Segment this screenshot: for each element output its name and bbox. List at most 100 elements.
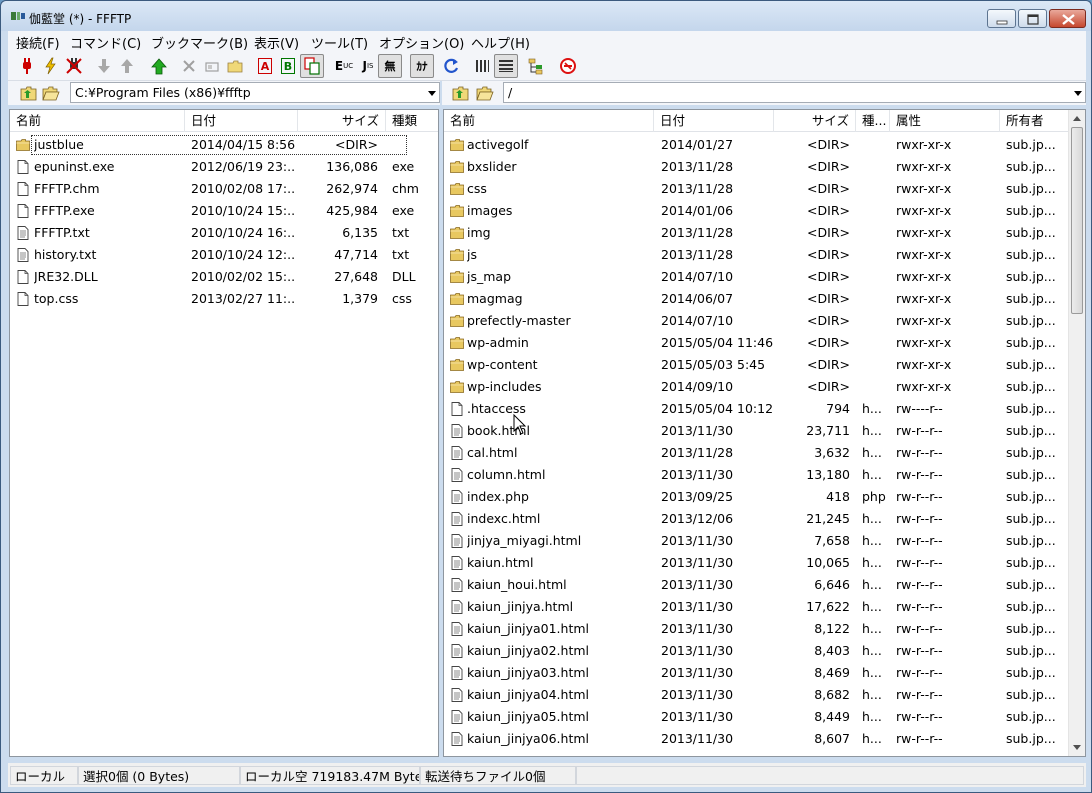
remote-file-row[interactable]: css 2013/11/28 <DIR> rwxr-xr-x sub.jp... (444, 178, 1068, 200)
menu-options[interactable]: オプション(O) (379, 33, 464, 52)
title-bar[interactable]: 伽藍堂 (*) - FFFTP (1, 1, 1091, 31)
new-folder-button[interactable] (223, 54, 247, 78)
no-convert-button[interactable]: 無 (378, 54, 402, 78)
remote-file-row[interactable]: jinjya_miyagi.html 2013/11/30 7,658 h... rw-… (444, 530, 1068, 552)
remote-file-row[interactable]: wp-admin 2015/05/04 11:46 <DIR> rwxr-xr-x su… (444, 332, 1068, 354)
local-open-folder-icon[interactable] (42, 84, 60, 102)
status-bar: ローカル 選択0個 (0 Bytes) ローカル空 719183.47M Byt… (8, 763, 1086, 787)
remote-path-input[interactable]: / (503, 82, 1086, 103)
connect-button[interactable] (15, 54, 39, 78)
text-file-icon (451, 534, 463, 548)
remote-file-row[interactable]: bxslider 2013/11/28 <DIR> rwxr-xr-x sub.jp..… (444, 156, 1068, 178)
remote-file-row[interactable]: js 2013/11/28 <DIR> rwxr-xr-x sub.jp... (444, 244, 1068, 266)
remote-file-row[interactable]: .htaccess 2015/05/04 10:12 794 h... rw----r-… (444, 398, 1068, 420)
local-file-row[interactable]: justblue 2014/04/15 8:56 <DIR> (10, 134, 438, 156)
menu-tools[interactable]: ツール(T) (311, 33, 368, 52)
local-col-type[interactable]: 種類 (386, 110, 438, 132)
file-name: wp-admin (467, 335, 529, 350)
auto-mode-button[interactable] (300, 54, 324, 78)
remote-file-row[interactable]: kaiun_jinjya06.html 2013/11/30 8,607 h... rw… (444, 728, 1068, 750)
local-col-size[interactable]: サイズ (298, 110, 386, 132)
remote-file-row[interactable]: images 2014/01/06 <DIR> rwxr-xr-x sub.jp... (444, 200, 1068, 222)
remote-file-row[interactable]: prefectly-master 2014/07/10 <DIR> rwxr-xr-x… (444, 310, 1068, 332)
euc-convert-button[interactable]: E UC (332, 54, 356, 78)
jis-convert-button[interactable]: J IS (356, 54, 380, 78)
local-file-row[interactable]: FFFTP.txt 2010/10/24 16:... 6,135 txt (10, 222, 438, 244)
file-date: 2013/11/30 (661, 709, 734, 724)
remote-col-size[interactable]: サイズ (774, 110, 856, 132)
upload-button-disabled[interactable] (115, 54, 139, 78)
ascii-mode-button[interactable]: A (253, 54, 277, 78)
remote-file-row[interactable]: kaiun_jinjya02.html 2013/11/30 8,403 h... rw… (444, 640, 1068, 662)
remote-file-list[interactable]: 名前 日付 サイズ 種... 属性 所有者 activegolf 2014/01/… (443, 109, 1086, 757)
remote-file-row[interactable]: book.html 2013/11/30 23,711 h... rw-r--r-- su… (444, 420, 1068, 442)
remote-col-date[interactable]: 日付 (654, 110, 774, 132)
local-file-row[interactable]: FFFTP.chm 2010/02/08 17:... 262,974 chm (10, 178, 438, 200)
scroll-thumb[interactable] (1071, 127, 1083, 314)
folder-icon (450, 359, 464, 371)
scroll-up-icon[interactable] (1073, 116, 1081, 121)
delete-button[interactable] (177, 54, 201, 78)
remote-file-row[interactable]: img 2013/11/28 <DIR> rwxr-xr-x sub.jp... (444, 222, 1068, 244)
remote-file-row[interactable]: activegolf 2014/01/27 <DIR> rwxr-xr-x sub.jp… (444, 134, 1068, 156)
menu-command[interactable]: コマンド(C) (70, 33, 141, 52)
file-date: 2014/01/06 (661, 203, 734, 218)
folder-sync-button[interactable] (524, 54, 548, 78)
menu-view[interactable]: 表示(V) (254, 33, 299, 52)
remote-col-name[interactable]: 名前 (444, 110, 654, 132)
remote-file-row[interactable]: magmag 2014/06/07 <DIR> rwxr-xr-x sub.jp... (444, 288, 1068, 310)
local-file-row[interactable]: history.txt 2010/10/24 12:... 47,714 txt (10, 244, 438, 266)
kana-convert-button[interactable]: ｶﾅ (410, 54, 434, 78)
quick-connect-button[interactable] (38, 54, 62, 78)
menu-help[interactable]: ヘルプ(H) (471, 33, 530, 52)
remote-file-row[interactable]: kaiun_jinjya04.html 2013/11/30 8,682 h... rw… (444, 684, 1068, 706)
detail-view-button[interactable] (494, 54, 518, 78)
local-up-folder-icon[interactable] (20, 84, 38, 102)
remote-col-owner[interactable]: 所有者 (1000, 110, 1070, 132)
local-col-name[interactable]: 名前 (10, 110, 185, 132)
remote-file-row[interactable]: cal.html 2013/11/28 3,632 h... rw-r--r-- sub.… (444, 442, 1068, 464)
local-path-dropdown-icon[interactable] (428, 91, 436, 96)
upload-button[interactable] (147, 54, 171, 78)
remote-file-row[interactable]: index.php 2013/09/25 418 php rw-r--r-- sub.jp… (444, 486, 1068, 508)
local-col-date[interactable]: 日付 (185, 110, 298, 132)
maximize-button[interactable] (1018, 9, 1047, 28)
download-button[interactable] (92, 54, 116, 78)
minimize-button[interactable] (987, 9, 1016, 28)
remote-file-row[interactable]: wp-content 2015/05/03 5:45 <DIR> rwxr-xr-x s… (444, 354, 1068, 376)
remote-file-row[interactable]: kaiun_houi.html 2013/11/30 6,646 h... rw-r--… (444, 574, 1068, 596)
remote-file-row[interactable]: wp-includes 2014/09/10 <DIR> rwxr-xr-x sub.j… (444, 376, 1068, 398)
remote-file-row[interactable]: js_map 2014/07/10 <DIR> rwxr-xr-x sub.jp... (444, 266, 1068, 288)
remote-file-row[interactable]: kaiun_jinjya.html 2013/11/30 17,622 h... rw-… (444, 596, 1068, 618)
stop-button[interactable] (556, 54, 580, 78)
remote-file-row[interactable]: kaiun_jinjya03.html 2013/11/30 8,469 h... rw… (444, 662, 1068, 684)
scroll-down-icon[interactable] (1073, 745, 1081, 750)
local-file-row[interactable]: top.css 2013/02/27 11:... 1,379 css (10, 288, 438, 310)
disconnect-button[interactable] (62, 54, 86, 78)
remote-file-row[interactable]: kaiun.html 2013/11/30 10,065 h... rw-r--r-- s… (444, 552, 1068, 574)
file-attributes: rwxr-xr-x (896, 159, 952, 174)
remote-path-dropdown-icon[interactable] (1074, 91, 1082, 96)
remote-vertical-scrollbar[interactable] (1068, 110, 1085, 756)
menu-connect[interactable]: 接続(F) (16, 33, 60, 52)
local-file-list[interactable]: 名前 日付 サイズ 種類 justblue 2014/04/15 8:56 <DIR… (9, 109, 439, 757)
list-view-button[interactable] (470, 54, 494, 78)
local-file-row[interactable]: FFFTP.exe 2010/10/24 15:... 425,984 exe (10, 200, 438, 222)
remote-file-row[interactable]: indexc.html 2013/12/06 21,245 h... rw-r--r--… (444, 508, 1068, 530)
file-attributes: rwxr-xr-x (896, 203, 952, 218)
local-path-input[interactable]: C:¥Program Files (x86)¥ffftp (70, 82, 440, 103)
binary-mode-button[interactable]: B (276, 54, 300, 78)
remote-up-folder-icon[interactable] (452, 84, 470, 102)
menu-bookmark[interactable]: ブックマーク(B) (151, 33, 248, 52)
remote-col-type[interactable]: 種... (856, 110, 890, 132)
close-button[interactable] (1049, 9, 1086, 28)
refresh-button[interactable] (440, 54, 464, 78)
remote-file-row[interactable]: kaiun_jinjya01.html 2013/11/30 8,122 h... rw… (444, 618, 1068, 640)
remote-file-row[interactable]: kaiun_jinjya05.html 2013/11/30 8,449 h... rw… (444, 706, 1068, 728)
remote-open-folder-icon[interactable] (476, 84, 494, 102)
local-file-row[interactable]: JRE32.DLL 2010/02/02 15:... 27,648 DLL (10, 266, 438, 288)
local-file-row[interactable]: epuninst.exe 2012/06/19 23:... 136,086 exe (10, 156, 438, 178)
rename-button[interactable] (200, 54, 224, 78)
remote-file-row[interactable]: column.html 2013/11/30 13,180 h... rw-r--r--… (444, 464, 1068, 486)
remote-col-attr[interactable]: 属性 (890, 110, 1000, 132)
